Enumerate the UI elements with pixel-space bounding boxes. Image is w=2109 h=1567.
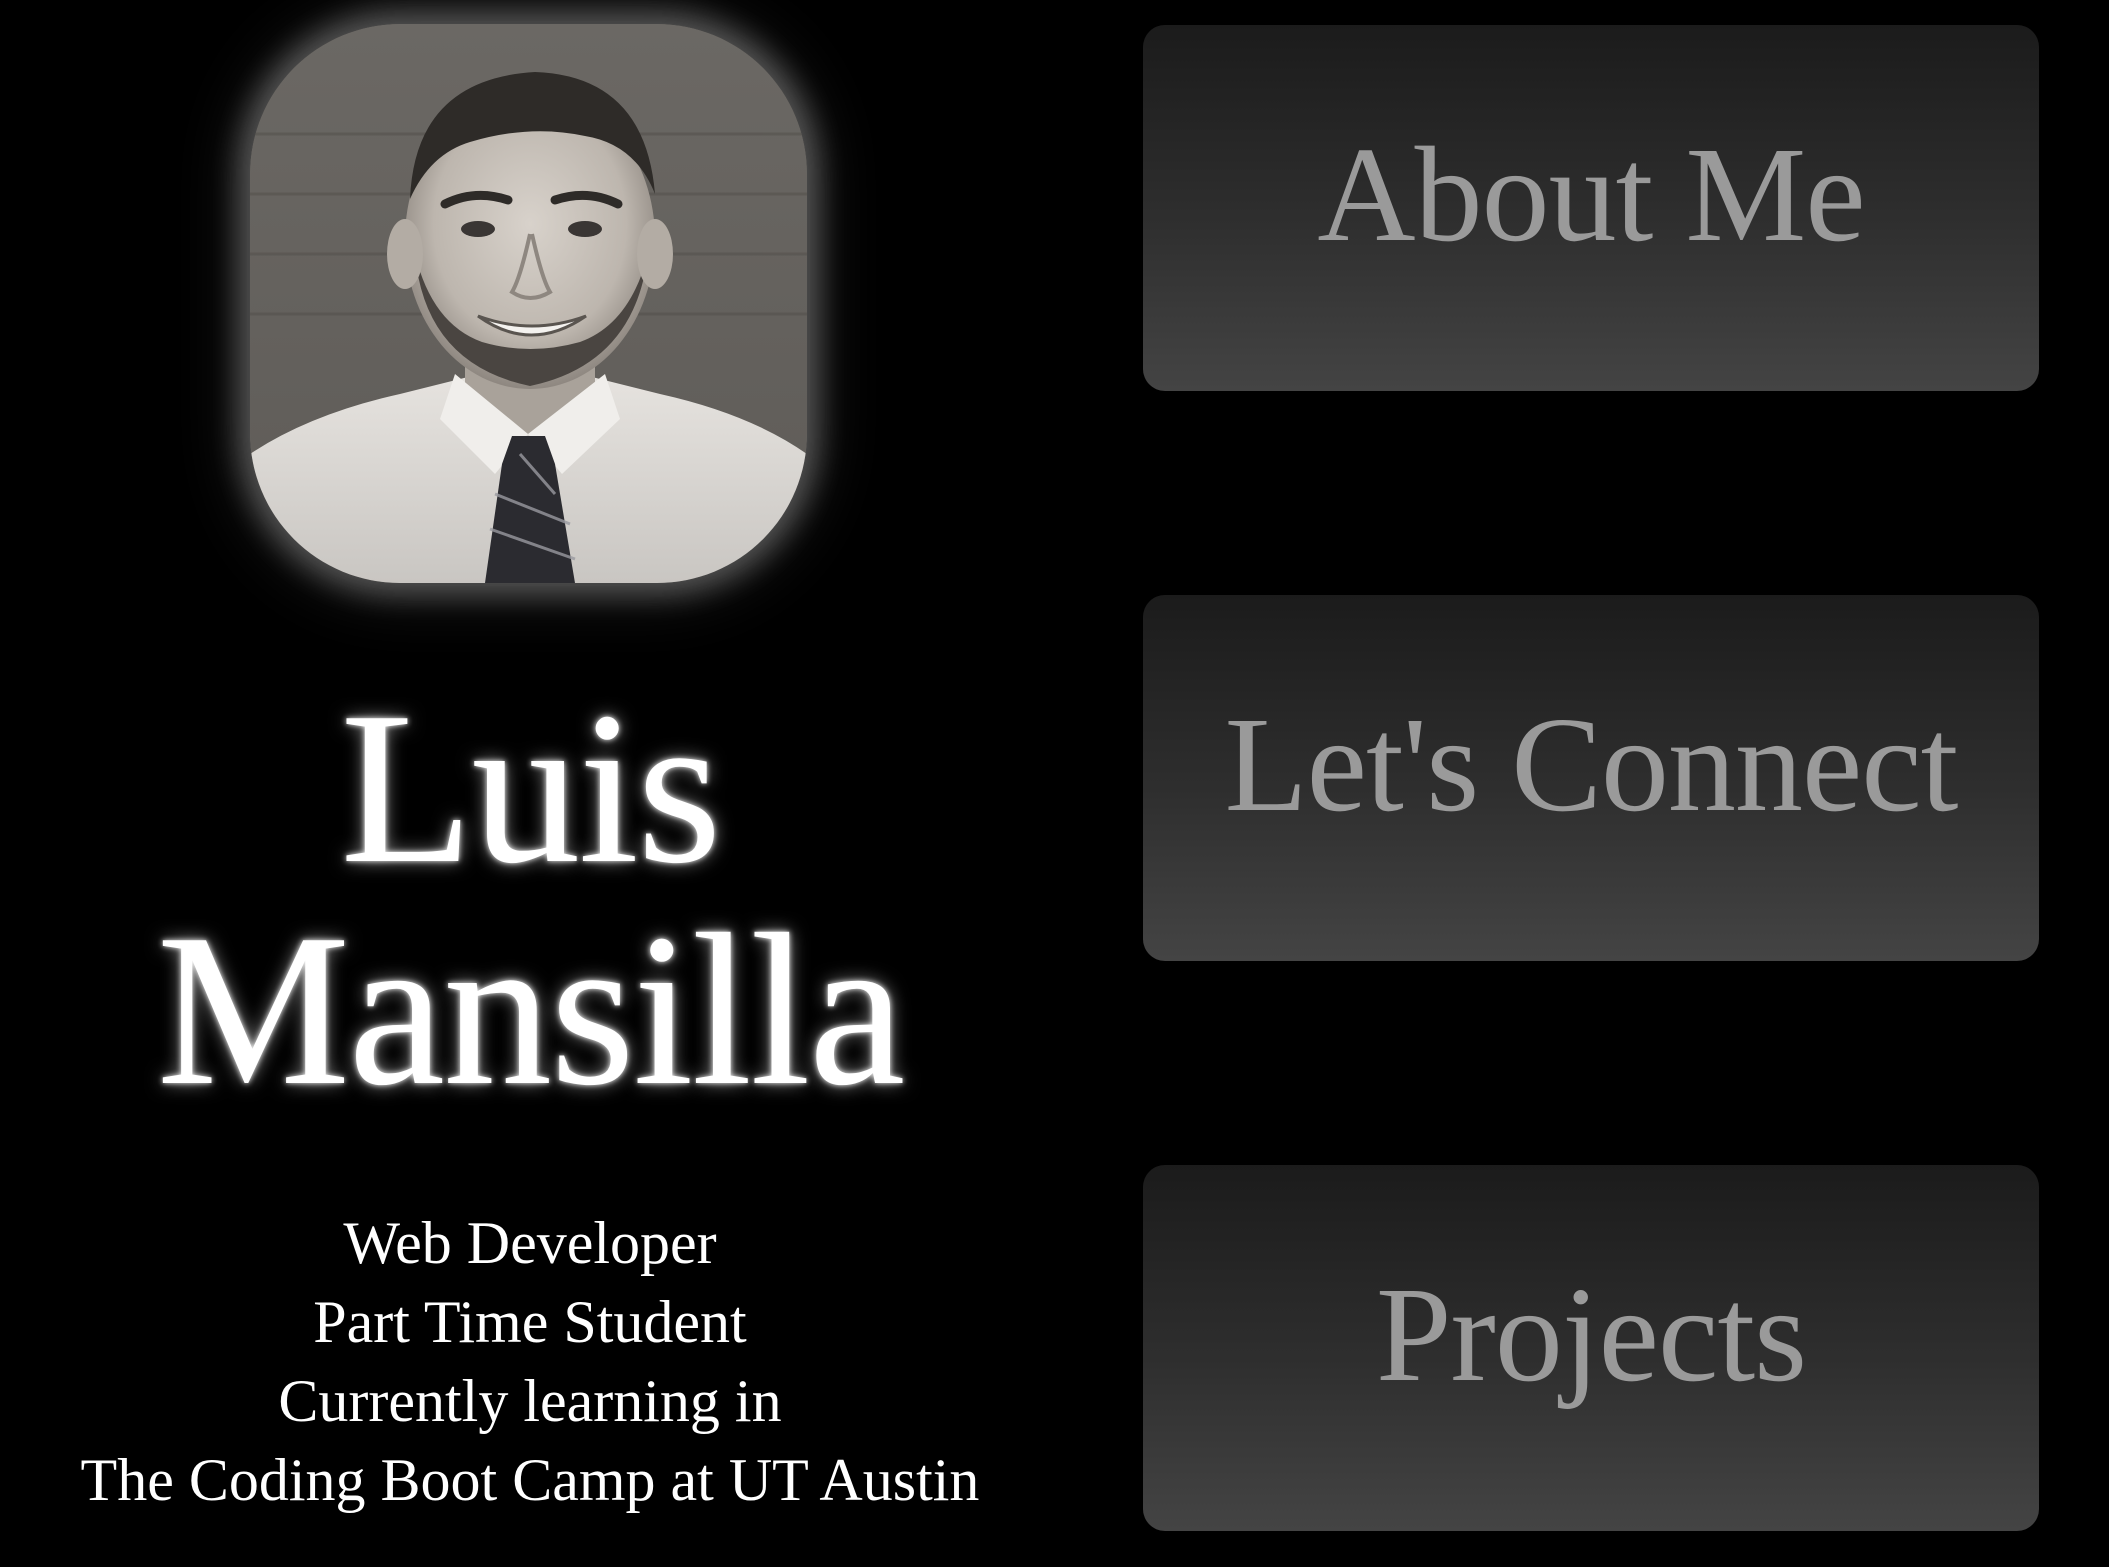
- profile-photo: [250, 24, 807, 583]
- about-me-button[interactable]: About Me: [1143, 25, 2039, 391]
- profile-name: Luis Mansilla: [0, 678, 1060, 1122]
- bio-line: Part Time Student: [313, 1289, 747, 1355]
- first-name: Luis: [340, 668, 722, 909]
- projects-button[interactable]: Projects: [1143, 1165, 2039, 1531]
- projects-label: Projects: [1375, 1260, 1807, 1410]
- lets-connect-label: Let's Connect: [1224, 690, 1959, 840]
- last-name: Mansilla: [156, 890, 906, 1131]
- bio-line: Currently learning in: [278, 1368, 782, 1434]
- bio-line: Web Developer: [343, 1210, 717, 1276]
- about-me-label: About Me: [1317, 120, 1865, 270]
- bio: Web Developer Part Time Student Currentl…: [0, 1204, 1060, 1520]
- lets-connect-button[interactable]: Let's Connect: [1143, 595, 2039, 961]
- portrait-image: [250, 24, 807, 583]
- bio-line: The Coding Boot Camp at UT Austin: [80, 1447, 980, 1513]
